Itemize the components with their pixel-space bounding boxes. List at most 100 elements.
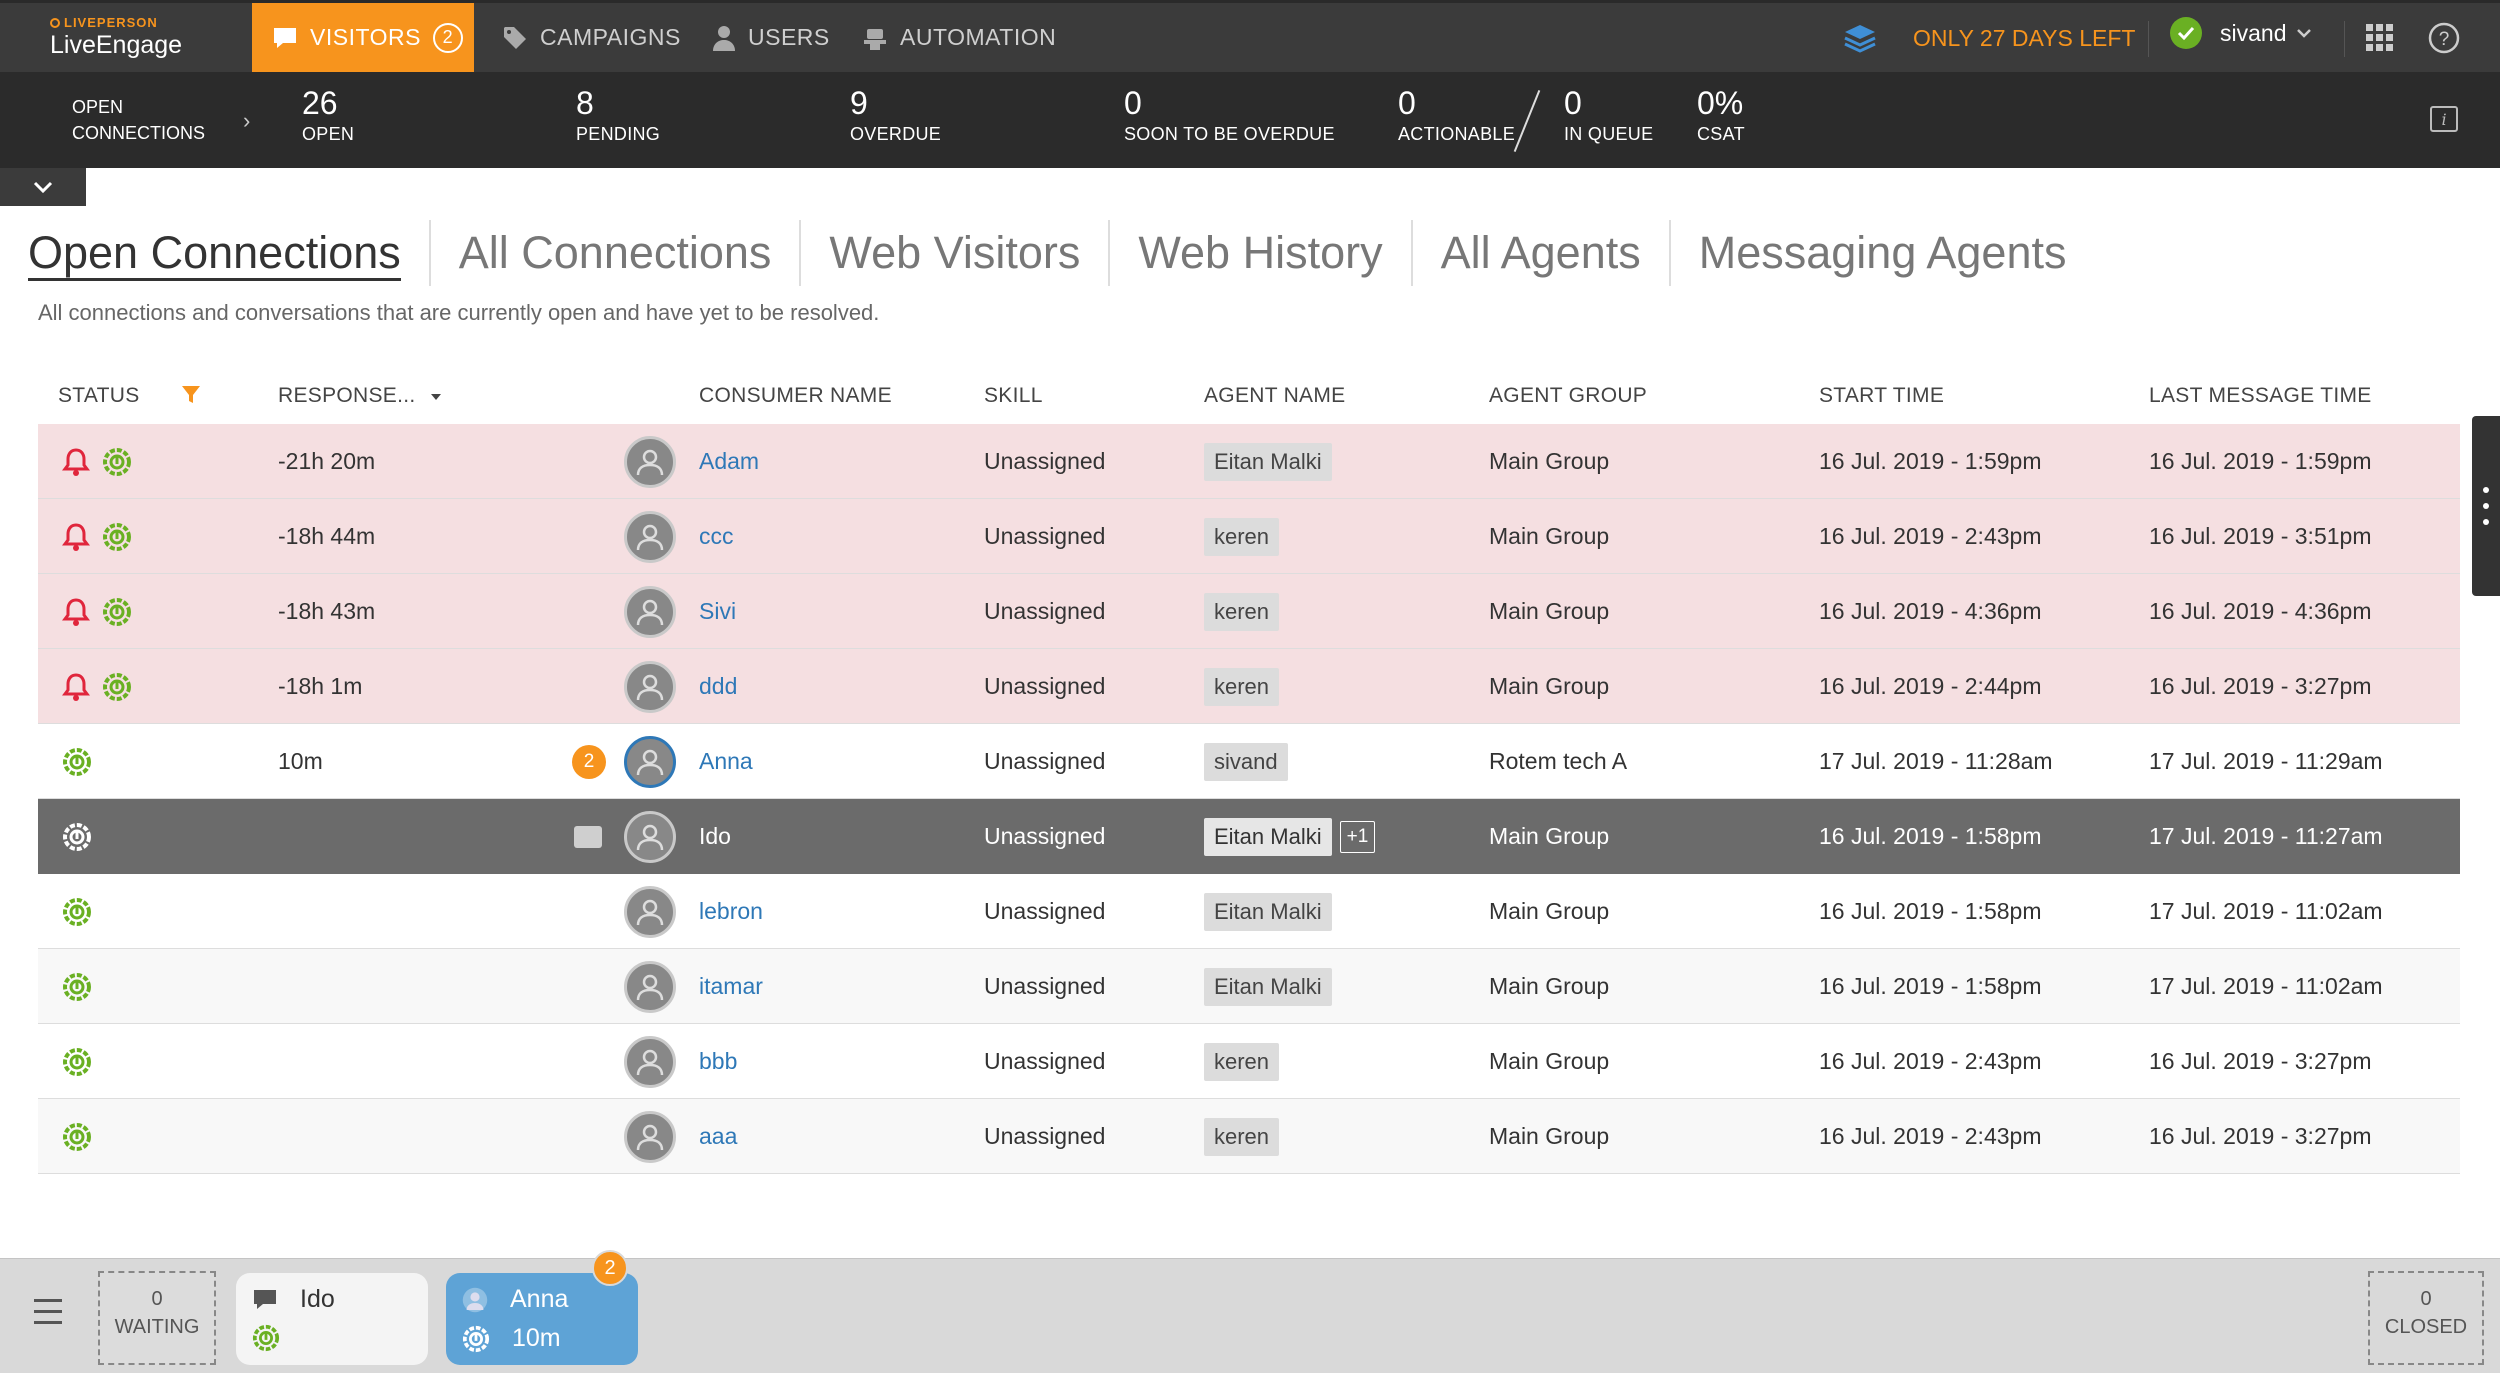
stat-overdue[interactable]: 9 OVERDUE — [850, 84, 941, 145]
sort-desc-icon — [430, 394, 441, 400]
nav-tab-campaigns[interactable]: CAMPAIGNS — [502, 3, 681, 72]
chat-bubble-icon — [254, 1289, 276, 1309]
chevron-right-icon[interactable]: › — [243, 108, 250, 134]
apps-grid-icon[interactable] — [2366, 24, 2394, 52]
layers-icon[interactable] — [1843, 23, 1877, 55]
tab-messaging-agents[interactable]: Messaging Agents — [1668, 220, 2095, 286]
nav-tab-automation[interactable]: AUTOMATION — [862, 3, 1056, 72]
waiting-queue[interactable]: 0 WAITING — [98, 1271, 216, 1365]
tab-web-history[interactable]: Web History — [1108, 220, 1410, 286]
table-header: STATUS RESPONSE... CONSUMER NAME SKILL A… — [38, 380, 2460, 420]
table-row[interactable]: -21h 20m Adam Unassigned Eitan Malki Mai… — [38, 424, 2460, 499]
collapse-stats-button[interactable] — [0, 168, 86, 206]
consumer-name-link[interactable]: ccc — [699, 499, 734, 574]
consumer-name-link[interactable]: Ido — [699, 799, 731, 874]
card-consumer-name: Ido — [300, 1285, 335, 1313]
table-row[interactable]: itamar Unassigned Eitan Malki Main Group… — [38, 949, 2460, 1024]
avatar[interactable] — [624, 960, 676, 1013]
start-time: 16 Jul. 2019 - 1:58pm — [1819, 898, 2042, 924]
trial-days-left[interactable]: ONLY 27 DAYS LEFT — [1913, 25, 2135, 52]
table-row[interactable]: aaa Unassigned keren Main Group 16 Jul. … — [38, 1099, 2460, 1174]
avatar[interactable] — [624, 510, 676, 563]
stat-pending[interactable]: 8 PENDING — [576, 84, 660, 145]
last-message-time: 17 Jul. 2019 - 11:02am — [2149, 898, 2383, 924]
stat-open[interactable]: 26 OPEN — [302, 84, 354, 145]
table-row[interactable]: -18h 44m ccc Unassigned keren Main Group… — [38, 499, 2460, 574]
column-header-skill[interactable]: SKILL — [984, 380, 1043, 412]
tab-all-connections[interactable]: All Connections — [428, 220, 800, 286]
stats-title: OPEN CONNECTIONS — [72, 97, 206, 143]
consumer-name-link[interactable]: bbb — [699, 1024, 737, 1099]
status-online-icon — [103, 597, 131, 626]
avatar[interactable] — [624, 885, 676, 938]
consumer-name-link[interactable]: Anna — [699, 724, 753, 799]
hamburger-menu-icon[interactable] — [34, 1299, 62, 1332]
column-header-response[interactable]: RESPONSE... — [278, 380, 442, 412]
stat-soon-overdue[interactable]: 0 SOON TO BE OVERDUE — [1124, 84, 1335, 145]
nav-tab-users[interactable]: USERS — [712, 3, 830, 72]
username: sivand — [2220, 19, 2287, 46]
table-row-selected[interactable]: Ido Unassigned Eitan Malki +1 Main Group … — [38, 799, 2460, 874]
filter-icon[interactable] — [180, 384, 202, 406]
agent-group: Main Group — [1489, 823, 1610, 849]
conversation-card-ido[interactable]: Ido — [236, 1273, 428, 1365]
svg-text:?: ? — [2439, 29, 2450, 50]
closed-count: 0 — [2420, 1288, 2432, 1310]
visitors-count-badge: 2 — [432, 22, 463, 53]
consumer-name-link[interactable]: ddd — [699, 649, 737, 724]
consumer-name-link[interactable]: itamar — [699, 949, 763, 1024]
help-icon[interactable]: ? — [2428, 22, 2460, 54]
status-online-icon — [63, 897, 91, 926]
closed-label: CLOSED — [2384, 1316, 2468, 1338]
last-message-time: 17 Jul. 2019 - 11:29am — [2149, 748, 2383, 774]
table-row[interactable]: bbb Unassigned keren Main Group 16 Jul. … — [38, 1024, 2460, 1099]
agent-name-tag: Eitan Malki — [1204, 442, 1332, 481]
table-row[interactable]: -18h 43m Sivi Unassigned keren Main Grou… — [38, 574, 2460, 649]
dot — [2483, 519, 2489, 525]
avatar[interactable] — [624, 735, 676, 788]
consumer-name-link[interactable]: Sivi — [699, 574, 736, 649]
table-row[interactable]: lebron Unassigned Eitan Malki Main Group… — [38, 874, 2460, 949]
response-time: 10m — [278, 748, 323, 774]
skill: Unassigned — [984, 448, 1106, 474]
additional-agents-tag[interactable]: +1 — [1339, 820, 1376, 853]
column-header-agent[interactable]: AGENT NAME — [1204, 380, 1345, 412]
avatar[interactable] — [624, 435, 676, 488]
column-header-status[interactable]: STATUS — [58, 380, 140, 412]
stat-actionable[interactable]: 0 ACTIONABLE — [1398, 84, 1515, 145]
skill: Unassigned — [984, 898, 1106, 924]
nav-tab-visitors[interactable]: VISITORS 2 — [252, 3, 474, 72]
column-header-last-message-time[interactable]: LAST MESSAGE TIME — [2149, 380, 2372, 412]
table-row[interactable]: -18h 1m ddd Unassigned keren Main Group … — [38, 649, 2460, 724]
user-menu[interactable]: sivand — [2170, 17, 2312, 49]
avatar[interactable] — [624, 1110, 676, 1163]
stat-csat[interactable]: 0% CSAT — [1697, 84, 1745, 145]
consumer-name-link[interactable]: aaa — [699, 1099, 737, 1174]
agent-name-tag: keren — [1204, 667, 1280, 706]
closed-conversations[interactable]: 0 CLOSED — [2368, 1271, 2484, 1365]
last-message-time: 16 Jul. 2019 - 1:59pm — [2149, 448, 2372, 474]
avatar[interactable] — [624, 810, 676, 863]
tab-open-connections[interactable]: Open Connections — [28, 220, 429, 286]
info-icon[interactable]: i — [2430, 106, 2458, 132]
table-row[interactable]: 10m 2 Anna Unassigned sivand Rotem tech … — [38, 724, 2460, 799]
side-panel-handle[interactable] — [2472, 416, 2500, 596]
column-header-start-time[interactable]: START TIME — [1819, 380, 1944, 412]
stat-value: 8 — [576, 85, 594, 121]
avatar[interactable] — [624, 585, 676, 638]
conversation-card-anna[interactable]: Anna 10m — [446, 1273, 638, 1365]
waiting-label: WAITING — [114, 1316, 200, 1338]
column-header-group[interactable]: AGENT GROUP — [1489, 380, 1647, 412]
tab-all-agents[interactable]: All Agents — [1410, 220, 1669, 286]
consumer-name-link[interactable]: lebron — [699, 874, 763, 949]
avatar[interactable] — [624, 660, 676, 713]
message-icon — [574, 825, 602, 848]
tab-web-visitors[interactable]: Web Visitors — [799, 220, 1108, 286]
brand-logo[interactable]: LIVEPERSON LiveEngage — [50, 15, 182, 60]
column-header-consumer[interactable]: CONSUMER NAME — [699, 380, 892, 412]
consumer-name-link[interactable]: Adam — [699, 424, 759, 499]
avatar[interactable] — [624, 1035, 676, 1088]
stat-label: CSAT — [1697, 124, 1745, 144]
stat-in-queue[interactable]: 0 IN QUEUE — [1564, 84, 1653, 145]
user-icon — [713, 25, 735, 51]
